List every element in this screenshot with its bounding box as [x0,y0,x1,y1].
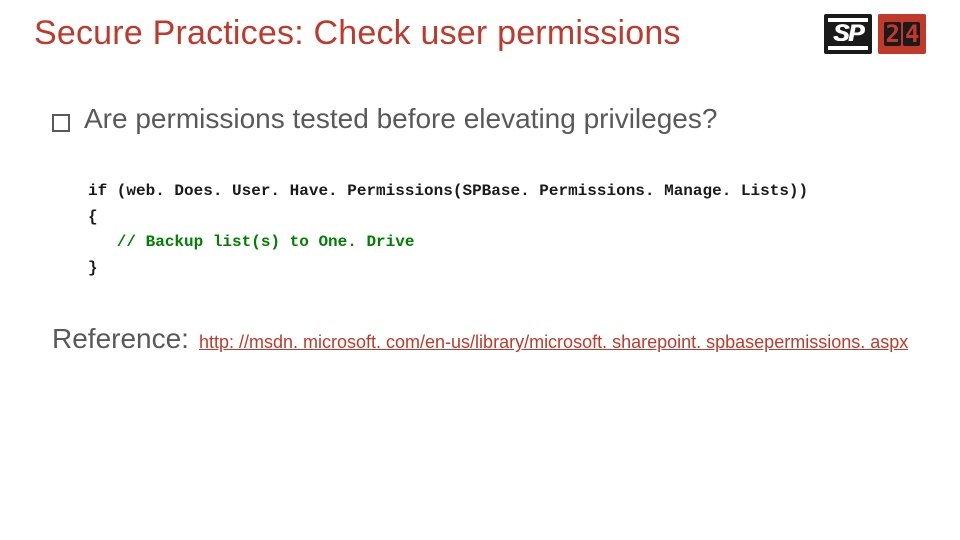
logo-sp-box: SP [824,14,872,54]
logo-digit-2: 2 [884,22,901,46]
body-area: Are permissions tested before elevating … [34,103,926,355]
logo-digit-4: 4 [903,22,920,46]
slide: Secure Practices: Check user permissions… [0,0,960,540]
slide-title: Secure Practices: Check user permissions [34,14,926,53]
bullet-text: Are permissions tested before elevating … [84,103,717,135]
reference-row: Reference: http: //msdn. microsoft. com/… [52,323,926,355]
reference-link[interactable]: http: //msdn. microsoft. com/en-us/libra… [199,332,908,353]
checkbox-bullet-icon [52,114,70,132]
code-line-2: { [88,208,98,226]
code-line-4: } [88,259,98,277]
logo-sp-text: SP [833,20,863,48]
bullet-row: Are permissions tested before elevating … [52,103,926,135]
logo-24-box: 24 [878,14,926,54]
code-line-1-keyword: if [88,182,107,200]
reference-label: Reference: [52,323,189,355]
sp24-logo: SP 24 [824,14,926,54]
code-block: if (web. Does. User. Have. Permissions(S… [88,179,926,281]
code-line-1-rest: (web. Does. User. Have. Permissions(SPBa… [107,182,808,200]
code-line-3-comment: // Backup list(s) to One. Drive [88,233,414,251]
